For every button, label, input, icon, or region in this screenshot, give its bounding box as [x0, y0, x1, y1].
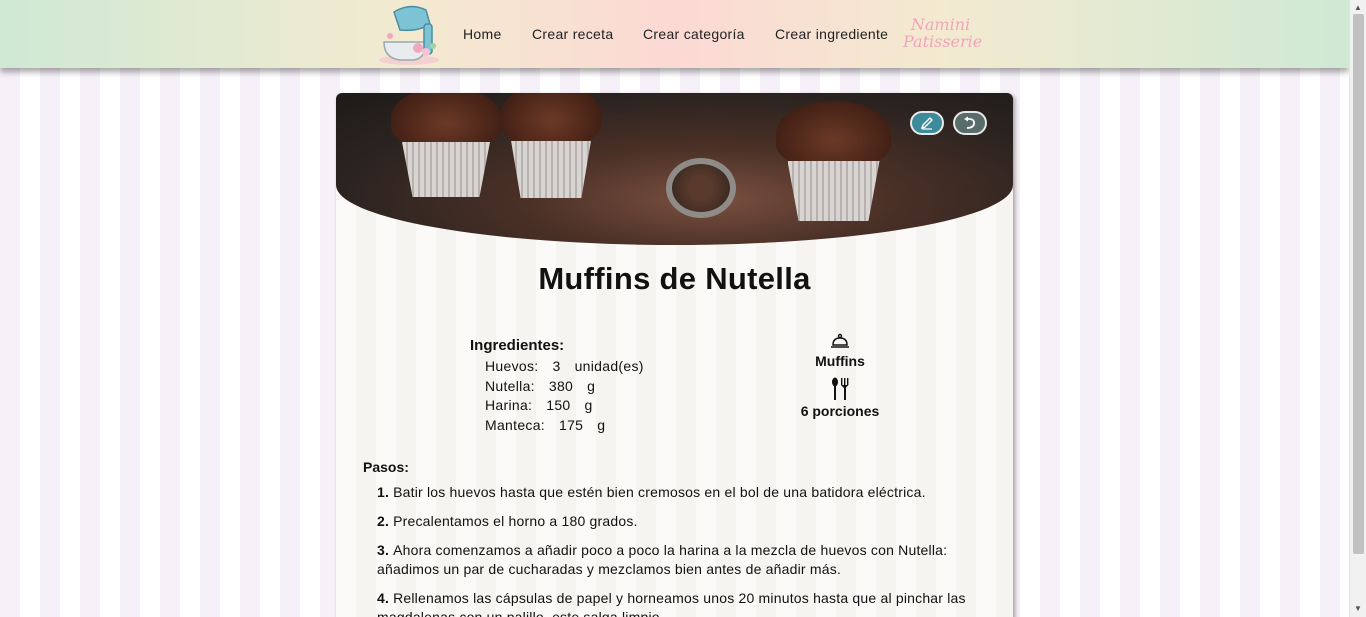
- ingredient-qty: 175: [559, 416, 584, 433]
- nav-crear-categoria-link[interactable]: Crear categoría: [643, 26, 745, 42]
- recipe-hero-image: [336, 93, 1013, 245]
- cloche-icon: [831, 333, 849, 348]
- recipe-meta: Muffins 6 porciones: [780, 333, 900, 419]
- ingredient-row: Harina: 150 g: [485, 396, 658, 416]
- nav-crear-receta-link[interactable]: Crear receta: [532, 26, 613, 42]
- step-number: 3.: [377, 542, 390, 558]
- step-item: 4. Rellenamos las cápsulas de papel y hor…: [377, 589, 977, 617]
- brand-wordmark: Namini Patisserie: [903, 15, 983, 51]
- cupcake-illustration: [391, 93, 501, 197]
- step-number: 4.: [377, 590, 390, 606]
- ingredient-unit: unidad(es): [574, 358, 644, 374]
- sieve-illustration: [666, 158, 736, 218]
- ingredient-row: Manteca: 175 g: [485, 416, 658, 436]
- ingredient-unit: g: [597, 416, 606, 433]
- step-text: Ahora comenzamos a añadir poco a poco la…: [377, 542, 948, 577]
- ingredient-qty: 380: [548, 377, 574, 394]
- scrollbar-thumb[interactable]: [1353, 14, 1364, 554]
- cupcake-illustration: [501, 93, 601, 198]
- top-navbar: Home Crear receta Crear categoría Crear …: [0, 0, 1349, 68]
- ingredient-name: Nutella:: [485, 377, 535, 394]
- ingredient-qty: 3: [552, 358, 561, 374]
- ingredient-qty: 150: [546, 397, 571, 413]
- recipe-category: Muffins: [815, 353, 865, 369]
- scroll-down-icon[interactable]: ▼: [1354, 604, 1362, 613]
- ingredient-unit: g: [587, 377, 596, 394]
- nav-home-link[interactable]: Home: [463, 26, 502, 42]
- ingredients-heading: Ingredientes:: [470, 337, 565, 354]
- pencil-icon: [920, 117, 933, 130]
- recipe-card: Muffins de Nutella Ingredientes: Huevos:…: [336, 93, 1013, 617]
- step-item: 3. Ahora comenzamos a añadir poco a poco …: [377, 541, 977, 579]
- return-arrow-icon: [964, 116, 975, 129]
- stand-mixer-logo[interactable]: [370, 2, 448, 66]
- ingredient-name: Harina:: [485, 397, 533, 413]
- step-number: 1.: [377, 484, 390, 500]
- recipe-portions: 6 porciones: [800, 403, 880, 419]
- step-number: 2.: [377, 513, 390, 529]
- scroll-up-icon[interactable]: ▲: [1354, 3, 1362, 12]
- step-text: Batir los huevos hasta que estén bien cr…: [393, 484, 926, 500]
- step-item: 2. Precalentamos el horno a 180 grados.: [377, 512, 977, 531]
- ingredient-name: Huevos:: [485, 358, 539, 374]
- step-item: 1. Batir los huevos hasta que estén bien …: [377, 483, 977, 502]
- cupcake-illustration: [776, 101, 891, 221]
- ingredient-name: Manteca:: [485, 416, 545, 433]
- nav-crear-ingrediente-link[interactable]: Crear ingrediente: [775, 26, 888, 42]
- recipe-title: Muffins de Nutella: [538, 261, 811, 296]
- steps-heading: Pasos:: [363, 459, 409, 475]
- steps-list: 1. Batir los huevos hasta que estén bien …: [377, 483, 977, 617]
- cutlery-icon: [832, 377, 849, 400]
- edit-recipe-button[interactable]: [910, 111, 944, 135]
- ingredients-list: Huevos: 3 unidad(es) Nutella: 380 g Harina: 1…: [485, 357, 658, 435]
- page-scrollbar[interactable]: ▲ ▼: [1349, 0, 1366, 617]
- step-text: Rellenamos las cápsulas de papel y horne…: [377, 590, 966, 617]
- back-button[interactable]: [953, 111, 987, 135]
- ingredient-unit: g: [584, 397, 593, 413]
- ingredient-row: Huevos: 3 unidad(es): [485, 357, 658, 377]
- step-text: Precalentamos el horno a 180 grados.: [393, 513, 638, 529]
- ingredient-row: Nutella: 380 g: [485, 377, 658, 397]
